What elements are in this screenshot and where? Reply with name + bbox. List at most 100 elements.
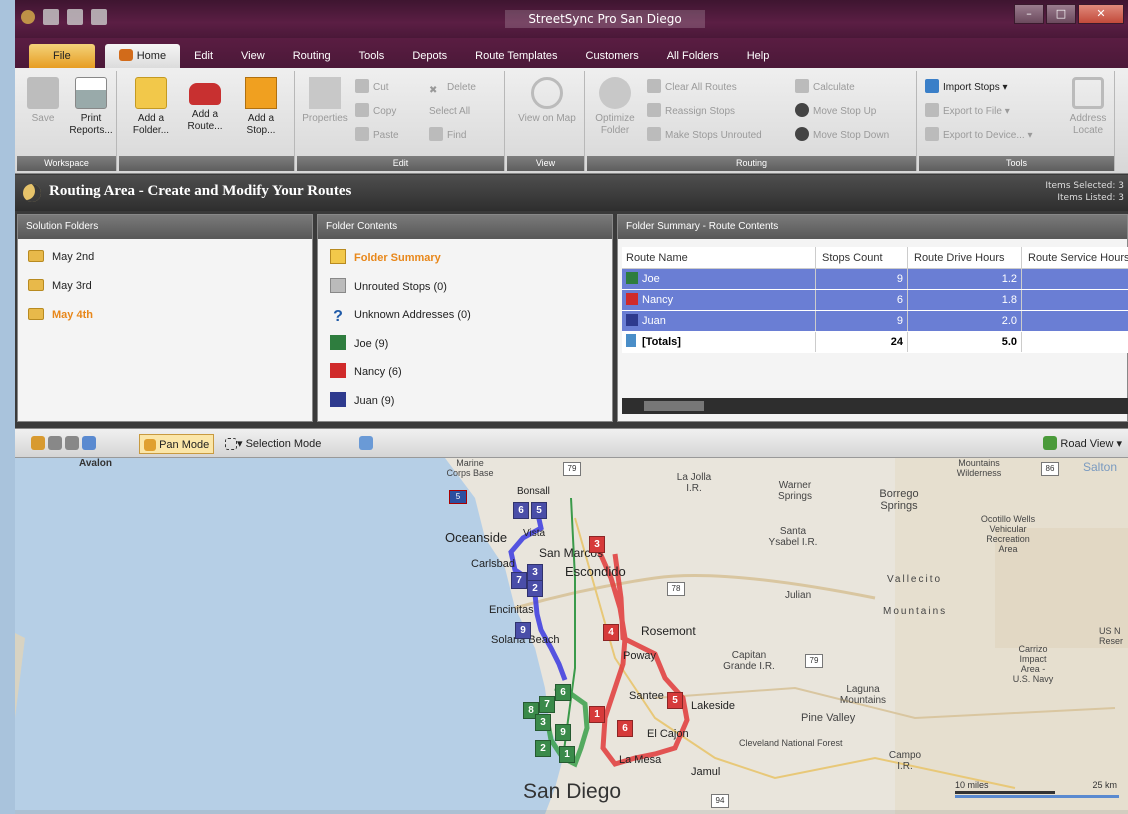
properties-button[interactable]: Properties xyxy=(301,77,349,125)
save-button[interactable]: Save xyxy=(19,77,67,125)
delete-button[interactable]: ✖ Delete xyxy=(429,79,476,97)
zoom-out-icon[interactable] xyxy=(65,436,80,450)
content-item-route-joe[interactable]: Joe (9) xyxy=(318,330,612,359)
globe-icon[interactable] xyxy=(31,436,45,450)
stop-marker[interactable]: 6 xyxy=(555,684,571,701)
content-item-folder-summary[interactable]: Folder Summary xyxy=(318,244,612,273)
road-view-dropdown[interactable]: Road View ▾ xyxy=(1043,434,1122,454)
stop-marker[interactable]: 3 xyxy=(535,714,551,731)
calculate-button[interactable]: Calculate xyxy=(795,79,855,97)
stop-marker[interactable]: 9 xyxy=(555,724,571,741)
map-layer-button[interactable] xyxy=(359,434,373,454)
group-label-new xyxy=(119,156,294,171)
service-hours-cell xyxy=(1022,269,1128,289)
column-header[interactable]: Stops Count xyxy=(816,247,908,268)
horizontal-scrollbar[interactable] xyxy=(622,398,1128,414)
column-header[interactable]: Route Drive Hours xyxy=(908,247,1022,268)
paste-button[interactable]: Paste xyxy=(355,127,399,145)
add-route-button[interactable]: Add a Route... xyxy=(179,77,231,133)
find-button[interactable]: Find xyxy=(429,127,466,145)
selection-mode-button[interactable]: ▾ Selection Mode xyxy=(225,434,321,454)
column-header[interactable]: Route Service Hours xyxy=(1022,247,1128,268)
tab-routing[interactable]: Routing xyxy=(279,44,345,68)
zoom-in-icon[interactable] xyxy=(48,436,63,450)
stop-marker[interactable]: 7 xyxy=(539,696,555,713)
import-stops-button[interactable]: Import Stops ▾ xyxy=(925,79,1008,97)
maximize-button[interactable]: □ xyxy=(1046,4,1076,24)
make-stops-unrouted-button[interactable]: Make Stops Unrouted xyxy=(647,127,762,145)
tab-home[interactable]: Home xyxy=(104,44,181,68)
stop-marker[interactable]: 4 xyxy=(603,624,619,641)
hand-icon xyxy=(144,439,156,451)
tab-file[interactable]: File xyxy=(29,44,95,68)
quick-print-icon[interactable] xyxy=(67,9,83,25)
print-reports-button[interactable]: Print Reports... xyxy=(67,77,115,137)
tab-edit[interactable]: Edit xyxy=(180,44,227,68)
stop-marker[interactable]: 2 xyxy=(535,740,551,757)
table-row[interactable]: Joe 9 1.2 xyxy=(622,269,1128,290)
tab-help[interactable]: Help xyxy=(733,44,784,68)
content-item-unrouted[interactable]: Unrouted Stops (0) xyxy=(318,273,612,302)
content-item-route-nancy[interactable]: Nancy (6) xyxy=(318,358,612,387)
stop-marker[interactable]: 1 xyxy=(589,706,605,723)
export-to-device-button[interactable]: Export to Device... ▾ xyxy=(925,127,1033,145)
magnifier-map-icon xyxy=(531,77,563,109)
copy-button[interactable]: Copy xyxy=(355,103,396,121)
tab-depots[interactable]: Depots xyxy=(398,44,461,68)
pan-mode-button[interactable]: Pan Mode xyxy=(139,434,215,454)
optimize-folder-button[interactable]: Optimize Folder xyxy=(589,77,641,137)
minimize-button[interactable]: – xyxy=(1014,4,1044,24)
route-map[interactable]: Avalon Marine Corps Base Bonsall Oceansi… xyxy=(15,458,1128,814)
quick-save-icon[interactable] xyxy=(43,9,59,25)
clear-all-routes-button[interactable]: Clear All Routes xyxy=(647,79,737,97)
content-item-route-juan[interactable]: Juan (9) xyxy=(318,387,612,416)
folder-item-selected[interactable]: May 4th xyxy=(18,301,312,330)
view-on-map-button[interactable]: View on Map xyxy=(517,77,577,125)
column-header[interactable]: Route Name xyxy=(622,247,816,268)
move-stop-up-button[interactable]: Move Stop Up xyxy=(795,103,876,121)
close-button[interactable]: ✕ xyxy=(1078,4,1124,24)
map-label: Vallecito xyxy=(887,574,943,585)
add-stop-button[interactable]: Add a Stop... xyxy=(233,77,289,137)
stop-marker[interactable]: 2 xyxy=(527,580,543,597)
table-row[interactable]: Nancy 6 1.8 xyxy=(622,290,1128,311)
tab-customers[interactable]: Customers xyxy=(572,44,653,68)
zoom-icon[interactable] xyxy=(82,436,97,450)
content-label: Nancy (6) xyxy=(354,366,402,378)
folder-item[interactable]: May 3rd xyxy=(18,272,312,301)
address-locate-button[interactable]: Address Locate xyxy=(1063,77,1113,137)
map-tool-icons xyxy=(31,434,97,454)
scrollbar-thumb[interactable] xyxy=(644,401,704,411)
content-item-unknown[interactable]: ? Unknown Addresses (0) xyxy=(318,301,612,330)
total-hours-cell: 5.0 xyxy=(908,332,1022,352)
stop-marker[interactable]: 1 xyxy=(559,746,575,763)
quick-undo-icon[interactable] xyxy=(91,9,107,25)
app-icon[interactable] xyxy=(21,10,35,24)
move-stop-down-button[interactable]: Move Stop Down xyxy=(795,127,889,145)
stop-marker[interactable]: 9 xyxy=(515,622,531,639)
cut-button[interactable]: Cut xyxy=(355,79,389,97)
tab-all-folders[interactable]: All Folders xyxy=(653,44,733,68)
reassign-stops-button[interactable]: Reassign Stops xyxy=(647,103,735,121)
table-row[interactable]: Juan 9 2.0 xyxy=(622,311,1128,332)
tab-route-templates[interactable]: Route Templates xyxy=(461,44,571,68)
summary-icon xyxy=(330,249,346,264)
map-label: Warner Springs xyxy=(778,480,812,502)
scale-miles: 10 miles xyxy=(955,780,989,790)
stop-marker[interactable]: 3 xyxy=(527,564,543,581)
stop-marker[interactable]: 5 xyxy=(667,692,683,709)
arrow-up-icon xyxy=(795,103,809,117)
stop-marker[interactable]: 6 xyxy=(513,502,529,519)
tab-view[interactable]: View xyxy=(227,44,279,68)
folder-item[interactable]: May 2nd xyxy=(18,243,312,272)
select-all-button[interactable]: Select All xyxy=(429,103,470,121)
stop-marker[interactable]: 3 xyxy=(589,536,605,553)
add-folder-button[interactable]: Add a Folder... xyxy=(125,77,177,137)
tab-tools[interactable]: Tools xyxy=(345,44,399,68)
paste-icon xyxy=(355,127,369,141)
export-to-file-button[interactable]: Export to File ▾ xyxy=(925,103,1010,121)
stop-marker[interactable]: 7 xyxy=(511,572,527,589)
stop-marker[interactable]: 6 xyxy=(617,720,633,737)
folder-add-icon xyxy=(135,77,167,109)
stop-marker[interactable]: 5 xyxy=(531,502,547,519)
